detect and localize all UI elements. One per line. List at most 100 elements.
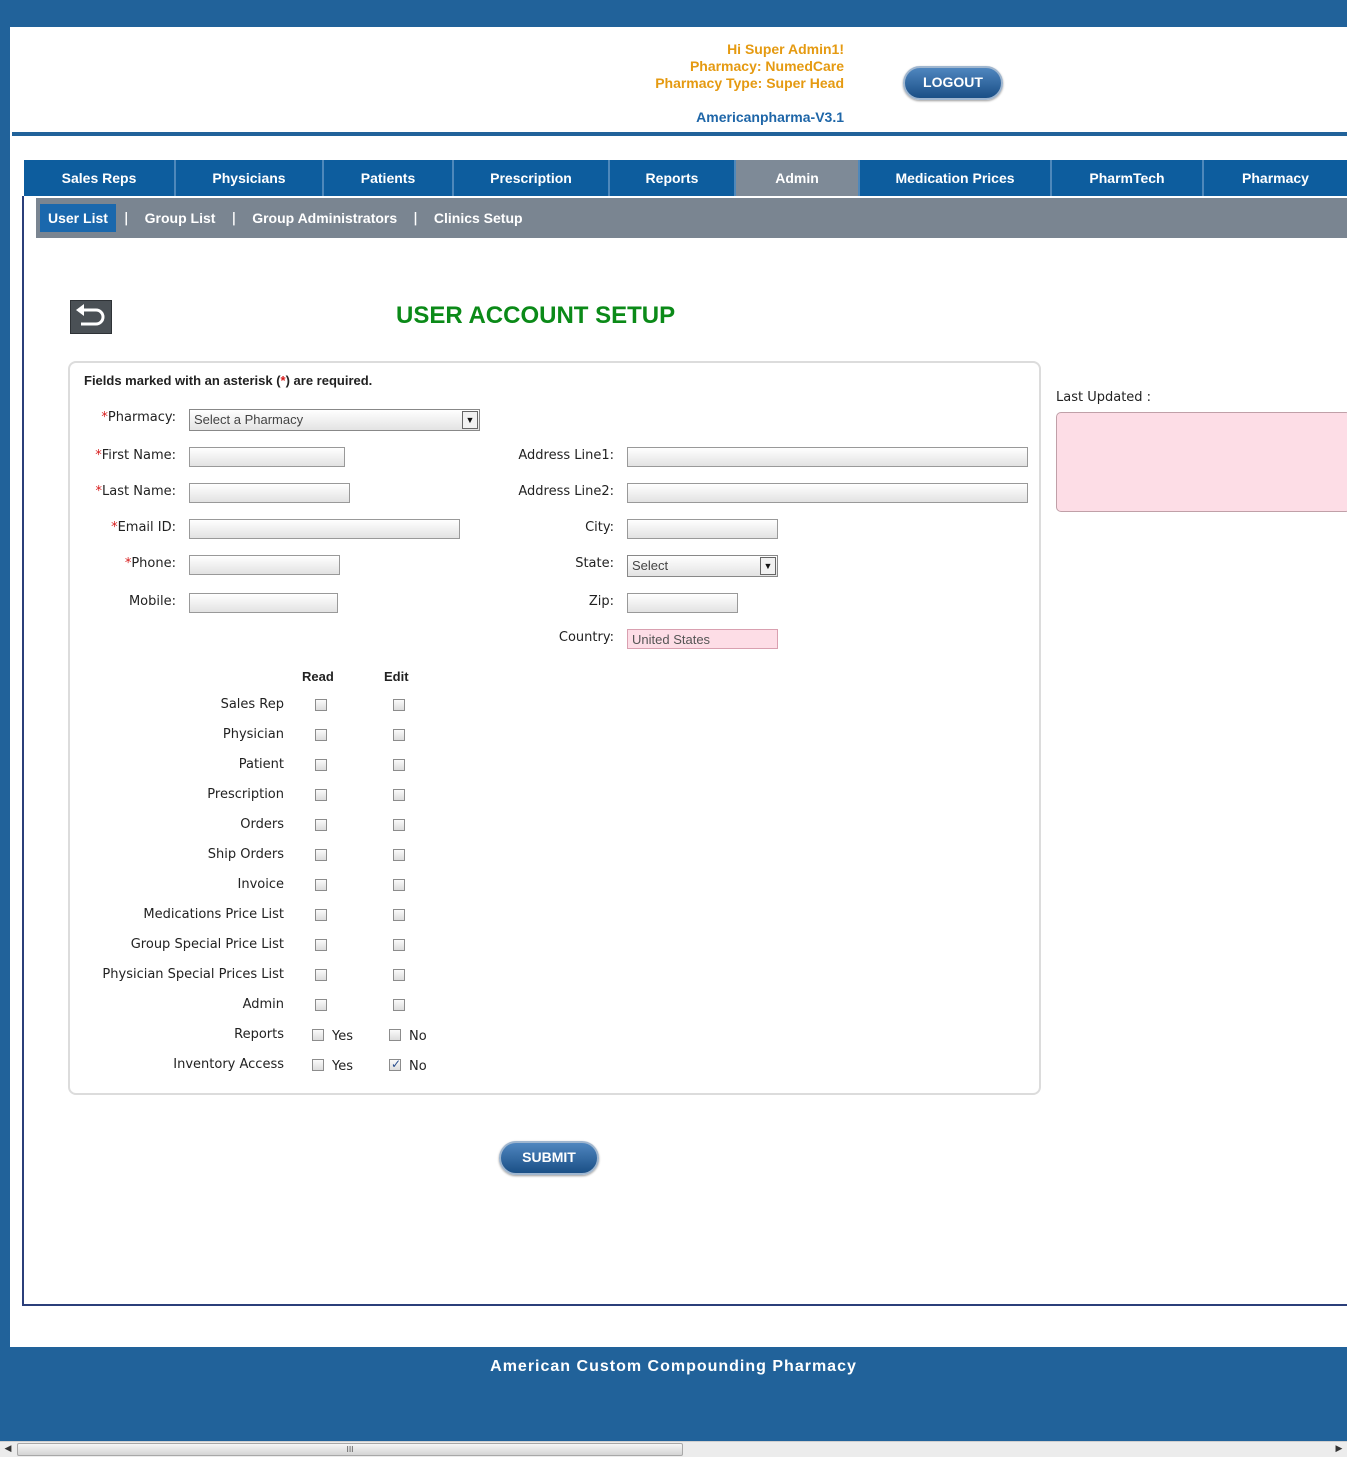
last-updated-box <box>1056 412 1347 512</box>
perm-label-physician-special-prices-list: Physician Special Prices List <box>102 967 284 982</box>
perm-label-physician: Physician <box>222 727 284 742</box>
phone-input[interactable] <box>189 555 340 575</box>
last-updated-label: Last Updated : <box>1056 390 1152 405</box>
tab-physicians[interactable]: Physicians <box>176 160 324 196</box>
scroll-left-icon[interactable]: ◀ <box>0 1442 16 1457</box>
perm-label-sales-rep: Sales Rep <box>220 697 284 712</box>
ship-orders-edit-checkbox[interactable] <box>393 849 405 861</box>
medications-price-list-read-checkbox[interactable] <box>315 909 327 921</box>
mobile-input[interactable] <box>189 593 338 613</box>
subnav-user-list[interactable]: User List <box>40 204 116 232</box>
zip-label: Zip: <box>588 594 614 609</box>
address-line2-input[interactable] <box>627 483 1028 503</box>
first-name-label: *First Name: <box>95 448 176 463</box>
horizontal-scrollbar[interactable]: ◀ III ▶ <box>0 1441 1347 1457</box>
tab-sales-reps[interactable]: Sales Reps <box>24 160 176 196</box>
mobile-label: Mobile: <box>128 594 176 609</box>
inventory-access-yes-label: Yes <box>332 1059 353 1074</box>
sales-rep-edit-checkbox[interactable] <box>393 699 405 711</box>
reports-no-label: No <box>409 1029 427 1044</box>
perm-label-medications-price-list: Medications Price List <box>143 907 284 922</box>
invoice-edit-checkbox[interactable] <box>393 879 405 891</box>
orders-read-checkbox[interactable] <box>315 819 327 831</box>
country-label: Country: <box>558 630 614 645</box>
reports-yes-checkbox[interactable] <box>312 1029 324 1041</box>
address-line1-label: Address Line1: <box>518 448 614 463</box>
pharmacy-select[interactable]: Select a Pharmacy ▼ <box>189 409 480 431</box>
patient-read-checkbox[interactable] <box>315 759 327 771</box>
user-info: Hi Super Admin1! Pharmacy: NumedCare Pha… <box>510 41 844 92</box>
pharmacy-label: *Pharmacy: <box>101 410 176 425</box>
perm-label-patient: Patient <box>238 757 284 772</box>
email-input[interactable] <box>189 519 460 539</box>
physician-special-prices-list-edit-checkbox[interactable] <box>393 969 405 981</box>
subnav-separator: | <box>123 210 129 226</box>
first-name-input[interactable] <box>189 447 345 467</box>
inventory-access-yes-checkbox[interactable] <box>312 1059 324 1071</box>
scroll-right-icon[interactable]: ▶ <box>1331 1442 1347 1457</box>
perm-label-ship-orders: Ship Orders <box>207 847 284 862</box>
state-select[interactable]: Select ▼ <box>627 555 778 577</box>
city-label: City: <box>585 520 614 535</box>
tab-reports[interactable]: Reports <box>610 160 736 196</box>
subnav-separator: | <box>231 210 237 226</box>
tab-medication-prices[interactable]: Medication Prices <box>860 160 1052 196</box>
last-name-input[interactable] <box>189 483 350 503</box>
page-container: Hi Super Admin1! Pharmacy: NumedCare Pha… <box>10 27 1347 1347</box>
inventory-access-no-checkbox[interactable] <box>389 1057 401 1071</box>
zip-input[interactable] <box>627 593 738 613</box>
tab-admin[interactable]: Admin <box>736 160 860 196</box>
page-title: USER ACCOUNT SETUP <box>396 302 676 329</box>
admin-read-checkbox[interactable] <box>315 999 327 1011</box>
physician-read-checkbox[interactable] <box>315 729 327 741</box>
invoice-read-checkbox[interactable] <box>315 879 327 891</box>
subnav-clinics-setup[interactable]: Clinics Setup <box>426 204 531 232</box>
perm-label-admin: Admin <box>242 997 284 1012</box>
version-text: Americanpharma-V3.1 <box>696 109 844 125</box>
tab-pharmacy[interactable]: Pharmacy <box>1204 160 1347 196</box>
perm-label-reports: Reports <box>234 1027 284 1042</box>
sales-rep-read-checkbox[interactable] <box>315 699 327 711</box>
patient-edit-checkbox[interactable] <box>393 759 405 771</box>
prescription-read-checkbox[interactable] <box>315 789 327 801</box>
perm-label-inventory-access: Inventory Access <box>173 1057 284 1072</box>
address-line1-input[interactable] <box>627 447 1028 467</box>
header-divider <box>12 132 1347 136</box>
scrollbar-thumb[interactable]: III <box>17 1443 683 1456</box>
last-name-label: *Last Name: <box>95 484 176 499</box>
required-note: Fields marked with an asterisk (*) are r… <box>84 373 373 388</box>
country-input[interactable] <box>627 629 778 649</box>
admin-subnav: User List | Group List | Group Administr… <box>36 198 1347 238</box>
logout-button[interactable]: LOGOUT <box>903 66 1003 100</box>
group-special-price-list-read-checkbox[interactable] <box>315 939 327 951</box>
subnav-group-administrators[interactable]: Group Administrators <box>244 204 405 232</box>
state-label: State: <box>575 556 614 571</box>
perm-label-invoice: Invoice <box>237 877 284 892</box>
tab-prescription[interactable]: Prescription <box>454 160 610 196</box>
edit-column-header: Edit <box>384 669 409 684</box>
address-line2-label: Address Line2: <box>518 484 614 499</box>
group-special-price-list-edit-checkbox[interactable] <box>393 939 405 951</box>
admin-edit-checkbox[interactable] <box>393 999 405 1011</box>
city-input[interactable] <box>627 519 778 539</box>
ship-orders-read-checkbox[interactable] <box>315 849 327 861</box>
physician-special-prices-list-read-checkbox[interactable] <box>315 969 327 981</box>
greeting-text: Hi Super Admin1! <box>727 41 844 57</box>
tab-patients[interactable]: Patients <box>324 160 454 196</box>
back-button[interactable] <box>70 300 112 334</box>
reports-yes-label: Yes <box>332 1029 353 1044</box>
back-arrow-icon <box>76 304 105 326</box>
main-nav: Sales Reps Physicians Patients Prescript… <box>24 160 1347 196</box>
prescription-edit-checkbox[interactable] <box>393 789 405 801</box>
submit-button[interactable]: SUBMIT <box>499 1141 599 1175</box>
pharmacy-name-text: Pharmacy: NumedCare <box>689 58 844 74</box>
footer-text: American Custom Compounding Pharmacy <box>490 1358 857 1375</box>
medications-price-list-edit-checkbox[interactable] <box>393 909 405 921</box>
reports-no-checkbox[interactable] <box>389 1029 401 1041</box>
physician-edit-checkbox[interactable] <box>393 729 405 741</box>
read-column-header: Read <box>302 669 334 684</box>
orders-edit-checkbox[interactable] <box>393 819 405 831</box>
tab-pharmtech[interactable]: PharmTech <box>1052 160 1204 196</box>
subnav-group-list[interactable]: Group List <box>137 204 224 232</box>
phone-label: *Phone: <box>124 556 176 571</box>
